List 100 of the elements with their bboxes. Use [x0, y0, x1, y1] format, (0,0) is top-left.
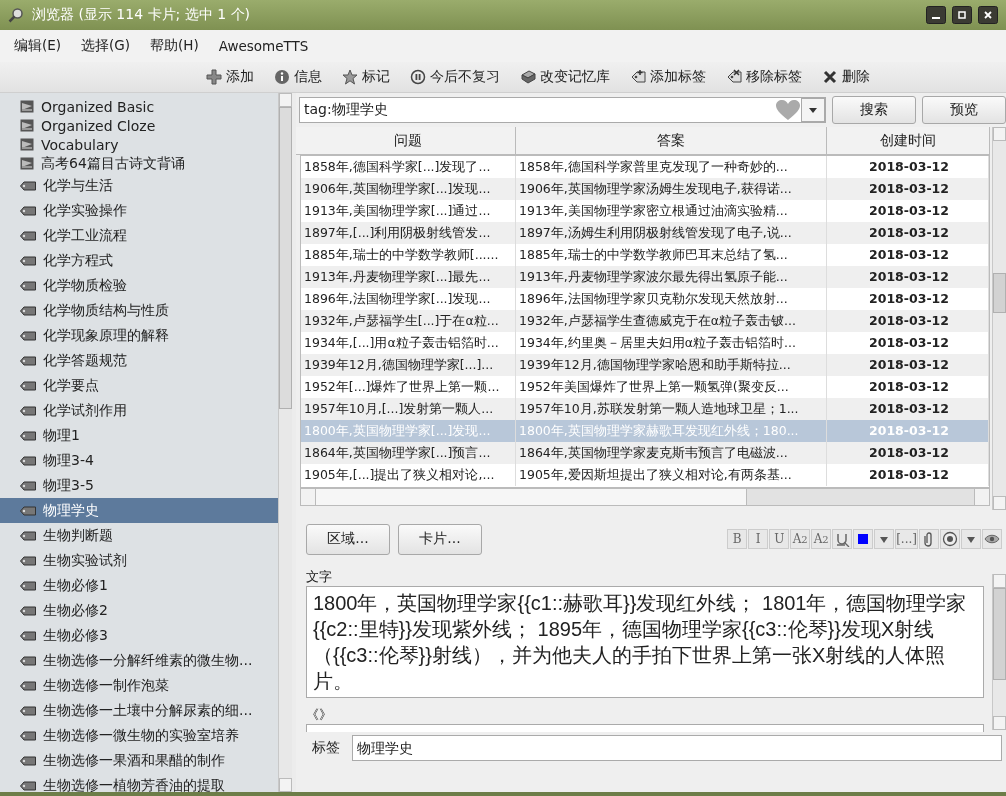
table-cell: 1906年,英国物理学家[...]发现... — [301, 178, 516, 200]
sidebar-item[interactable]: 物理1 — [0, 423, 278, 448]
deck-icon — [20, 119, 34, 132]
format-button[interactable] — [832, 529, 853, 549]
sidebar-item[interactable]: 化学物质结构与性质 — [0, 298, 278, 323]
sidebar-item[interactable]: 化学现象原理的解释 — [0, 323, 278, 348]
column-header[interactable]: 创建时间 — [827, 127, 990, 154]
sidebar-item[interactable]: Organized Cloze — [0, 116, 278, 135]
toolbar-button[interactable]: 删除 — [822, 68, 870, 86]
sidebar-item[interactable]: 生物选修一微生物的实验室培养 — [0, 723, 278, 748]
toolbar-button[interactable]: 移除标签 — [726, 68, 802, 86]
menu-item[interactable]: AwesomeTTS — [218, 38, 309, 54]
search-field[interactable]: tag:物理学史 — [299, 97, 826, 123]
format-button[interactable] — [919, 529, 939, 549]
sidebar-item[interactable]: Organized Basic — [0, 97, 278, 116]
sidebar-item[interactable]: 生物选修一土壤中分解尿素的细... — [0, 698, 278, 723]
format-button[interactable]: B — [727, 529, 748, 549]
format-button[interactable] — [961, 529, 981, 549]
sidebar-item[interactable]: 化学试剂作用 — [0, 398, 278, 423]
format-button[interactable] — [982, 529, 1002, 549]
sidebar-item[interactable]: 生物必修2 — [0, 598, 278, 623]
sidebar-item[interactable]: 化学要点 — [0, 373, 278, 398]
table-cell: 1932年,卢瑟福学生查德威克于在α粒子轰击铍... — [516, 310, 827, 332]
search-icon — [8, 7, 24, 23]
sidebar-item[interactable]: 化学方程式 — [0, 248, 278, 273]
toolbar-button[interactable]: 信息 — [274, 68, 322, 86]
tag-icon — [630, 69, 646, 85]
table-cell: 2018-03-12 — [827, 464, 989, 486]
table-row[interactable]: 1939年12月,德国物理学家[...]... 1939年12月,德国物理学家哈恩和助手斯特拉... 2018-03-12 — [301, 354, 989, 376]
search-button[interactable]: 预览 — [922, 96, 1006, 124]
sidebar-item[interactable]: 生物必修1 — [0, 573, 278, 598]
scrollbar[interactable] — [278, 93, 292, 792]
text-field[interactable]: 1800年，英国物理学家{{c1::赫歌耳}}发现红外线； 1801年，德国物理学家{{c2::里特}}发现紫外线； 1895年，德国物理学家{{c3::伦琴}}发现X射线（{{c3::伦琴}}射线），并为他夫人的手拍下世界上第一张X射线的人体照片。 — [306, 586, 984, 698]
scrollbar[interactable] — [300, 488, 990, 506]
sidebar-item[interactable]: 生物选修一制作泡菜 — [0, 673, 278, 698]
sidebar-item[interactable]: 化学物质检验 — [0, 273, 278, 298]
sidebar-item[interactable]: 生物实验试剂 — [0, 548, 278, 573]
tag-icon — [726, 69, 742, 85]
scrollbar[interactable] — [992, 574, 1006, 730]
format-button[interactable]: [...] — [895, 529, 918, 549]
table-row[interactable]: 1913年,丹麦物理学家[...]最先... 1913年,丹麦物理学家波尔最先得出氢原子能... 2018-03-12 — [301, 266, 989, 288]
sidebar-item[interactable]: 化学实验操作 — [0, 198, 278, 223]
table-row[interactable]: 1932年,卢瑟福学生[...]于在α粒... 1932年,卢瑟福学生查德威克于在α粒子轰击铍... 2018-03-12 — [301, 310, 989, 332]
sidebar-item[interactable]: 物理3-5 — [0, 473, 278, 498]
editor-button[interactable]: 区域... — [306, 523, 390, 555]
toolbar-button[interactable]: 添加标签 — [630, 68, 706, 86]
column-header[interactable]: 问题 — [300, 127, 516, 154]
toolbar-button[interactable]: 添加 — [206, 68, 254, 86]
dropdown-icon[interactable] — [801, 98, 825, 122]
sidebar-item[interactable]: 生物选修一植物芳香油的提取 — [0, 773, 278, 792]
format-button[interactable]: I — [748, 529, 769, 549]
menu-item[interactable]: 选择(G) — [81, 37, 131, 55]
tag-icon — [20, 405, 36, 416]
sidebar-item[interactable]: 生物选修一分解纤维素的微生物... — [0, 648, 278, 673]
tag-icon — [20, 555, 36, 566]
table-cell: 1939年12月,德国物理学家哈恩和助手斯特拉... — [516, 354, 827, 376]
table-cell: 2018-03-12 — [827, 178, 989, 200]
sidebar-item[interactable]: Vocabulary — [0, 135, 278, 154]
table-row[interactable]: 1864年,英国物理学家[...]预言... 1864年,英国物理学家麦克斯韦预言了电磁波... 2018-03-12 — [301, 442, 989, 464]
table-cell: 1939年12月,德国物理学家[...]... — [301, 354, 516, 376]
heart-icon — [775, 99, 801, 121]
format-button[interactable]: U — [769, 529, 790, 549]
format-button[interactable] — [853, 529, 874, 549]
sidebar-item[interactable]: 物理学史 — [0, 498, 278, 523]
close-icon[interactable] — [978, 6, 998, 24]
table-cell: 1897年,汤姆生利用阴极射线管发现了电子,说... — [516, 222, 827, 244]
editor-button[interactable]: 卡片... — [398, 523, 482, 555]
column-header[interactable]: 答案 — [516, 127, 827, 154]
sidebar-item[interactable]: 高考64篇目古诗文背诵 — [0, 154, 278, 173]
table-cell: 2018-03-12 — [827, 442, 989, 464]
sidebar-item[interactable]: 物理3-4 — [0, 448, 278, 473]
sidebar-item[interactable]: 化学工业流程 — [0, 223, 278, 248]
search-button[interactable]: 搜索 — [832, 96, 916, 124]
scrollbar[interactable] — [992, 127, 1006, 510]
table-cell: 1913年,丹麦物理学家波尔最先得出氢原子能... — [516, 266, 827, 288]
format-button[interactable] — [874, 529, 895, 549]
toolbar-button[interactable]: 标记 — [342, 68, 390, 86]
sidebar-item[interactable]: 化学与生活 — [0, 173, 278, 198]
table-row[interactable]: 1905年,[...]提出了狭义相对论,... 1905年,爱因斯坦提出了狭义相对论,有两条基... 2018-03-12 — [301, 464, 989, 486]
maximize-icon[interactable] — [952, 6, 972, 24]
pause-icon — [410, 69, 426, 85]
sidebar-item[interactable]: 化学答题规范 — [0, 348, 278, 373]
table-row[interactable]: 1897年,[...]利用阴极射线管发... 1897年,汤姆生利用阴极射线管发现了电子,说... 2018-03-12 — [301, 222, 989, 244]
table-row[interactable]: 1906年,英国物理学家[...]发现... 1906年,英国物理学家汤姆生发现电子,获得诺... 2018-03-12 — [301, 178, 989, 200]
sidebar-item[interactable]: 生物判断题 — [0, 523, 278, 548]
sidebar-item[interactable]: 生物必修3 — [0, 623, 278, 648]
table-row[interactable]: 1957年10月,[...]发射第一颗人... 1957年10月,苏联发射第一颗人造地球卫星；1... 2018-03-12 — [301, 398, 989, 420]
toolbar-button[interactable]: 改变记忆库 — [520, 68, 610, 86]
toolbar-button[interactable]: 今后不复习 — [410, 68, 500, 86]
minimize-icon[interactable] — [926, 6, 946, 24]
deck-icon — [20, 138, 34, 151]
tag-icon — [20, 480, 36, 491]
table-cell: 1913年,丹麦物理学家[...]最先... — [301, 266, 516, 288]
menu-item[interactable]: 编辑(E) — [14, 37, 62, 55]
menu-item[interactable]: 帮助(H) — [150, 37, 199, 55]
sidebar-item[interactable]: 生物选修一果酒和果醋的制作 — [0, 748, 278, 773]
table-cell: 1864年,英国物理学家麦克斯韦预言了电磁波... — [516, 442, 827, 464]
tag-icon — [20, 280, 36, 291]
tags-field[interactable]: 物理学史 — [352, 735, 1002, 761]
format-button[interactable] — [940, 529, 960, 549]
